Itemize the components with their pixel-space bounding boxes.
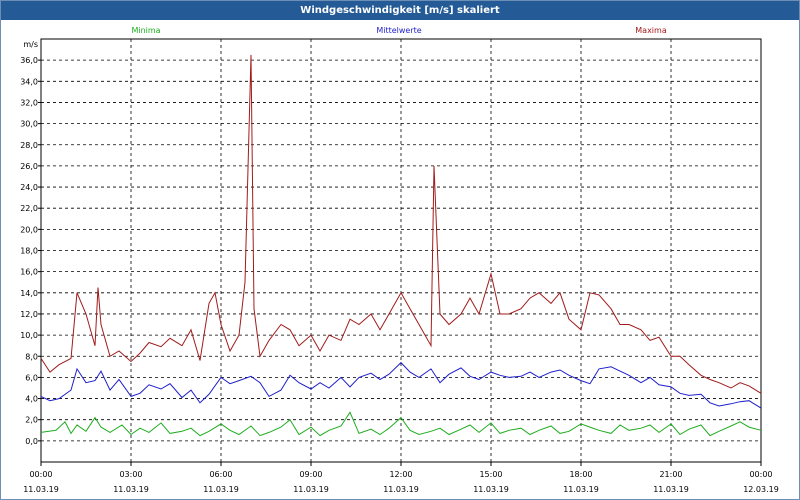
y-tick-label: 10,0	[20, 331, 38, 340]
x-tick-label-date: 11.03.19	[23, 485, 59, 494]
x-tick-label-date: 11.03.19	[563, 485, 599, 494]
y-tick-label: 30,0	[20, 120, 38, 129]
legend-item: Mittelwerte	[376, 26, 421, 35]
legend-item: Minima	[131, 26, 160, 35]
x-tick-label-date: 11.03.19	[203, 485, 239, 494]
x-tick-label-time: 21:00	[659, 470, 682, 479]
x-tick-label-date: 11.03.19	[383, 485, 419, 494]
x-tick-label-time: 00:00	[29, 470, 52, 479]
x-tick-label-time: 18:00	[569, 470, 592, 479]
x-tick-label-time: 12:00	[389, 470, 412, 479]
x-tick-label-date: 11.03.19	[293, 485, 329, 494]
y-tick-label: 24,0	[20, 183, 38, 192]
y-tick-label: 2,0	[25, 416, 38, 425]
x-tick-label-time: 15:00	[479, 470, 502, 479]
y-tick-label: 20,0	[20, 225, 38, 234]
x-tick-label-date: 12.03.19	[743, 485, 779, 494]
x-tick-label-date: 11.03.19	[473, 485, 509, 494]
y-tick-label: 36,0	[20, 56, 38, 65]
x-tick-label-time: 06:00	[209, 470, 232, 479]
y-tick-label: 6,0	[25, 373, 38, 382]
x-tick-label-date: 11.03.19	[113, 485, 149, 494]
x-tick-label-date: 11.03.19	[653, 485, 689, 494]
y-axis-label: m/s	[23, 40, 38, 49]
x-tick-label-time: 09:00	[299, 470, 322, 479]
y-tick-label: 16,0	[20, 268, 38, 277]
y-tick-label: 12,0	[20, 310, 38, 319]
legend-item: Maxima	[635, 26, 667, 35]
y-tick-label: 8,0	[25, 352, 38, 361]
window-title: Windgeschwindigkeit [m/s] skaliert	[1, 1, 799, 20]
y-tick-label: 22,0	[20, 204, 38, 213]
y-tick-label: 34,0	[20, 77, 38, 86]
y-tick-label: 4,0	[25, 395, 38, 404]
x-tick-label-time: 00:00	[749, 470, 772, 479]
y-tick-label: 18,0	[20, 247, 38, 256]
y-tick-label: 14,0	[20, 289, 38, 298]
y-tick-label: 0,0	[25, 437, 38, 446]
chart-window: Windgeschwindigkeit [m/s] skaliert 00:00…	[0, 0, 800, 500]
y-tick-label: 32,0	[20, 98, 38, 107]
x-tick-label-time: 03:00	[119, 470, 142, 479]
y-tick-label: 26,0	[20, 162, 38, 171]
y-tick-label: 28,0	[20, 141, 38, 150]
chart-canvas: 00:00 11.03.19 03:00 11.03.19 06:00 11.03.19 0…	[20, 26, 779, 494]
